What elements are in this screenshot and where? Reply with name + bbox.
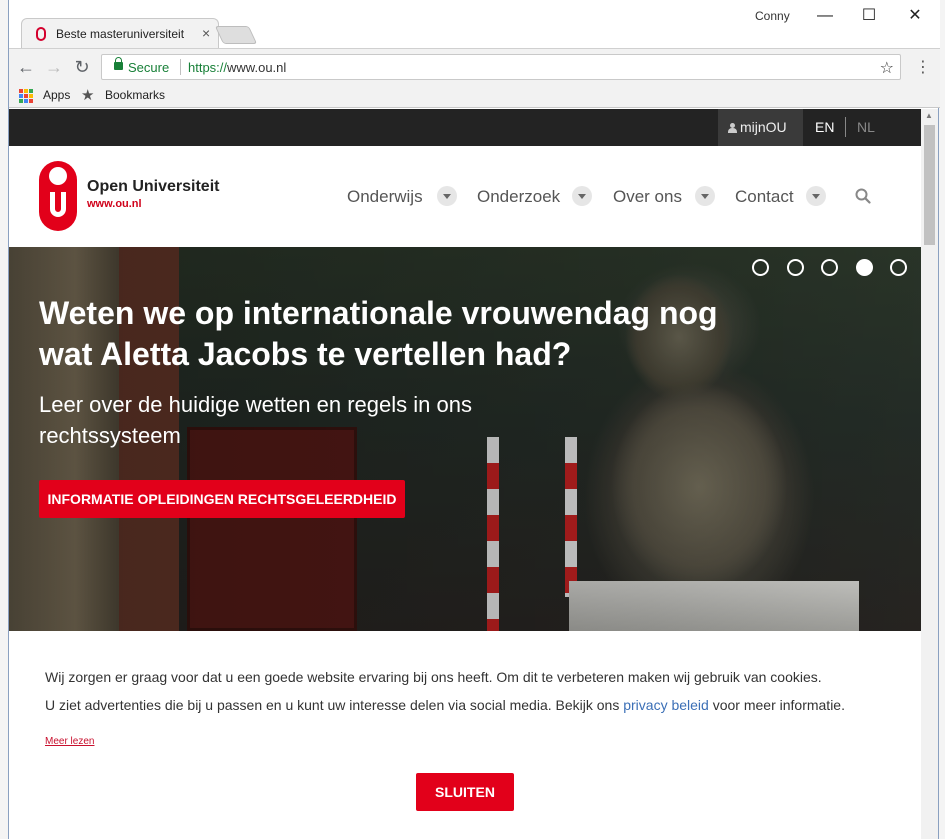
ou-logo-icon[interactable] bbox=[39, 161, 77, 231]
lock-icon bbox=[114, 57, 123, 70]
language-divider bbox=[845, 117, 846, 137]
tab-close-icon[interactable]: × bbox=[202, 25, 210, 41]
nav-onderwijs[interactable]: Onderwijs bbox=[347, 187, 423, 207]
ou-favicon-icon bbox=[36, 27, 46, 41]
nav-onderzoek[interactable]: Onderzoek bbox=[477, 187, 560, 207]
cookie-banner: Wij zorgen er graag voor dat u een goede… bbox=[9, 631, 921, 839]
user-icon bbox=[728, 123, 737, 133]
cookie-text-line1: Wij zorgen er graag voor dat u een goede… bbox=[45, 669, 822, 685]
chevron-down-icon[interactable] bbox=[806, 186, 826, 206]
carousel-dot-1[interactable] bbox=[752, 259, 769, 276]
language-nl[interactable]: NL bbox=[857, 119, 875, 135]
site-header: Open Universiteit www.ou.nl Onderwijs On… bbox=[9, 146, 921, 247]
search-icon[interactable] bbox=[855, 188, 871, 204]
page-scrollbar[interactable]: ▲ bbox=[921, 109, 938, 839]
chevron-down-icon[interactable] bbox=[695, 186, 715, 206]
url-text: https://www.ou.nl bbox=[188, 60, 287, 75]
hero-cta-button[interactable]: INFORMATIE OPLEIDINGEN RECHTSGELEERDHEID bbox=[39, 480, 405, 518]
close-window-button[interactable]: ✕ bbox=[895, 4, 935, 28]
browser-toolbar: ← → ↻ Secure https://www.ou.nl ☆ ⋮ bbox=[9, 48, 940, 84]
hero-banner: Weten we op internationale vrouwendag no… bbox=[9, 247, 921, 631]
browser-tab[interactable]: Beste masteruniversiteit × bbox=[21, 18, 219, 48]
desktop-background-right bbox=[939, 0, 945, 839]
nav-contact[interactable]: Contact bbox=[735, 187, 794, 207]
hero-title: Weten we op internationale vrouwendag no… bbox=[39, 295, 718, 372]
browser-window: Beste masteruniversiteit × Conny — ☐ ✕ ←… bbox=[8, 0, 940, 839]
apps-grid-icon[interactable] bbox=[19, 89, 33, 103]
tab-title: Beste masteruniversiteit bbox=[56, 27, 185, 41]
nav-over-ons[interactable]: Over ons bbox=[613, 187, 682, 207]
maximize-button[interactable]: ☐ bbox=[849, 4, 889, 28]
logo-name[interactable]: Open Universiteit bbox=[87, 178, 219, 196]
logo-url: www.ou.nl bbox=[87, 198, 142, 210]
scroll-thumb[interactable] bbox=[924, 125, 935, 245]
bookmarks-bar: Apps ★ Bookmarks bbox=[9, 84, 940, 108]
address-bar[interactable]: Secure https://www.ou.nl ☆ bbox=[101, 54, 901, 80]
back-arrow-icon[interactable]: ← bbox=[15, 56, 37, 78]
forward-arrow-icon[interactable]: → bbox=[43, 56, 65, 78]
mijnou-link[interactable]: mijnOU bbox=[718, 109, 803, 146]
page-viewport: mijnOU EN NL Open Universiteit www.ou.nl… bbox=[9, 109, 921, 839]
carousel-dot-5[interactable] bbox=[890, 259, 907, 276]
hero-subtitle: Leer over de huidige wetten en regels in… bbox=[39, 392, 472, 448]
url-separator bbox=[180, 59, 181, 75]
title-bar: Beste masteruniversiteit × Conny — ☐ ✕ bbox=[9, 0, 940, 48]
chevron-down-icon[interactable] bbox=[437, 186, 457, 206]
bookmark-apps[interactable]: Apps bbox=[43, 88, 70, 102]
reload-icon[interactable]: ↻ bbox=[71, 56, 93, 78]
browser-menu-icon[interactable]: ⋮ bbox=[915, 57, 931, 77]
new-tab-button[interactable] bbox=[214, 26, 258, 44]
scroll-up-icon[interactable]: ▲ bbox=[925, 111, 933, 120]
privacy-policy-link[interactable]: privacy beleid bbox=[623, 697, 709, 713]
bookmarks-star-icon: ★ bbox=[81, 87, 95, 104]
bookmark-bookmarks[interactable]: Bookmarks bbox=[105, 88, 165, 102]
profile-name[interactable]: Conny bbox=[755, 9, 790, 23]
site-topbar: mijnOU EN NL bbox=[9, 109, 921, 146]
close-cookie-button[interactable]: SLUITEN bbox=[416, 773, 514, 811]
carousel-dot-3[interactable] bbox=[821, 259, 838, 276]
chevron-down-icon[interactable] bbox=[572, 186, 592, 206]
carousel-dot-2[interactable] bbox=[787, 259, 804, 276]
bookmark-star-icon[interactable]: ☆ bbox=[880, 58, 894, 78]
secure-label: Secure bbox=[128, 60, 170, 75]
language-en[interactable]: EN bbox=[815, 119, 834, 135]
carousel-dot-4[interactable] bbox=[856, 259, 873, 276]
cookie-text-line2: U ziet advertenties die bij u passen en … bbox=[45, 697, 845, 713]
minimize-button[interactable]: — bbox=[805, 4, 845, 28]
read-more-link[interactable]: Meer lezen bbox=[45, 736, 94, 747]
